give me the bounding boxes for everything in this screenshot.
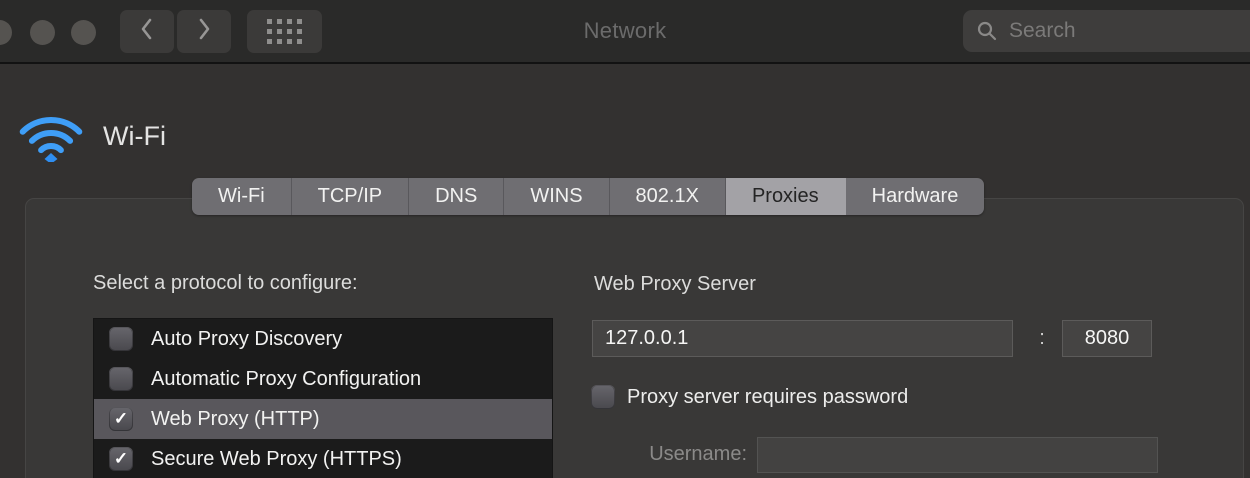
search-icon [976,20,998,42]
network-preferences-window: Network Wi-Fi Wi-Fi TCP/IP DNS WINS 802.… [0,0,1250,478]
protocol-label: Secure Web Proxy (HTTPS) [151,448,402,471]
titlebar: Network [0,0,1250,64]
tab-tcpip[interactable]: TCP/IP [292,178,409,215]
tab-wins[interactable]: WINS [504,178,609,215]
web-proxy-server-label: Web Proxy Server [594,273,756,296]
protocol-listbox[interactable]: Auto Proxy Discovery Automatic Proxy Con… [93,318,553,478]
tab-proxies[interactable]: Proxies [726,178,846,215]
protocol-row-auto-proxy-discovery[interactable]: Auto Proxy Discovery [94,319,552,359]
checkbox[interactable] [109,327,133,351]
search-field[interactable] [963,10,1250,52]
requires-password-checkbox[interactable] [591,385,615,409]
protocol-list-label: Select a protocol to configure: [93,272,358,295]
tab-hardware[interactable]: Hardware [846,178,985,215]
protocol-row-secure-web-proxy-https[interactable]: Secure Web Proxy (HTTPS) [94,439,552,478]
protocol-label: Auto Proxy Discovery [151,328,342,351]
protocol-row-automatic-proxy-configuration[interactable]: Automatic Proxy Configuration [94,359,552,399]
requires-password-label: Proxy server requires password [627,386,908,409]
requires-password-row: Proxy server requires password [591,385,908,409]
checkbox[interactable] [109,407,133,431]
proxy-host-field[interactable] [592,320,1013,357]
username-label: Username: [593,443,747,466]
search-input[interactable] [1007,18,1231,44]
wifi-icon [18,104,84,167]
username-field[interactable] [757,437,1158,473]
tab-wifi[interactable]: Wi-Fi [192,178,292,215]
connection-name: Wi-Fi [103,121,166,152]
port-separator: : [1034,320,1050,357]
tab-8021x[interactable]: 802.1X [610,178,726,215]
checkbox[interactable] [109,367,133,391]
tab-dns[interactable]: DNS [409,178,504,215]
tab-bar: Wi-Fi TCP/IP DNS WINS 802.1X Proxies Har… [192,178,984,215]
checkbox[interactable] [109,447,133,471]
proxy-port-field[interactable] [1062,320,1152,357]
protocol-label: Web Proxy (HTTP) [151,408,320,431]
protocol-row-web-proxy-http[interactable]: Web Proxy (HTTP) [94,399,552,439]
protocol-label: Automatic Proxy Configuration [151,368,421,391]
